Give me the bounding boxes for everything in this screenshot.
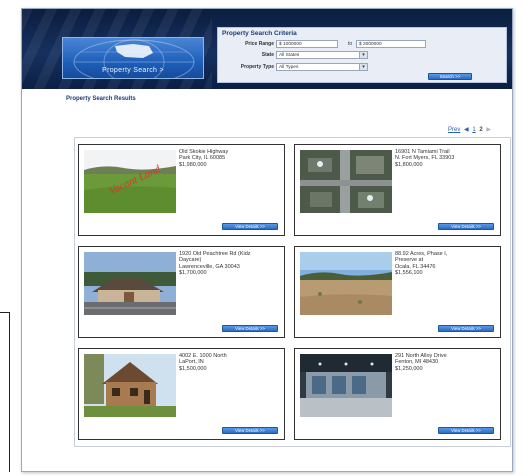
price-from-input[interactable]: $ 1000000 (276, 40, 338, 48)
view-details-button[interactable]: View Details >> (222, 223, 278, 230)
listing-info: Old Skokie Highway Park City, IL 60085 $… (179, 149, 283, 168)
property-type-select[interactable]: All Types ▾ (276, 63, 368, 71)
listing-info: 291 North Alloy Drive Fenton, MI 48430 $… (395, 353, 499, 372)
margin-line-decoration (0, 312, 10, 472)
next-arrow-icon[interactable]: ▶ (486, 127, 491, 133)
listing-card: 1920 Old Peachtree Rd (Kidz Daycare) Law… (78, 246, 285, 338)
property-search-logo[interactable]: Property Search > (62, 37, 204, 79)
view-details-button[interactable]: View Details >> (438, 325, 494, 332)
view-details-button[interactable]: View Details >> (222, 427, 278, 434)
listing-price: $1,700,000 (179, 270, 207, 277)
app-window: Property Search > Property Search Criter… (21, 8, 513, 472)
listing-price: $1,800,000 (395, 161, 423, 168)
property-type-value: All Types (279, 65, 299, 70)
prev-link[interactable]: Prev (448, 127, 460, 133)
listing-info: 1920 Old Peachtree Rd (Kidz Daycare) Law… (179, 251, 283, 277)
listing-price: $1,250,000 (395, 365, 423, 372)
listing-price: $1,556,100 (395, 270, 423, 277)
listing-photo[interactable] (84, 354, 176, 417)
page-link-2[interactable]: 2 (479, 127, 482, 133)
listing-photo[interactable] (300, 150, 392, 213)
header-banner: Property Search > Property Search Criter… (22, 9, 512, 89)
listing-card: 88.92 Acres, Phase I, Preserve at Ocala,… (294, 246, 501, 338)
listing-price: $1,980,000 (179, 161, 207, 168)
search-criteria-panel: Property Search Criteria Price Range $ 1… (217, 27, 507, 83)
results-title: Property Search Results (66, 96, 136, 102)
logo-label: Property Search > (102, 67, 164, 74)
criteria-title: Property Search Criteria (222, 30, 297, 37)
listing-info: 16901 N Tamiami Trail N. Fort Myers, FL … (395, 149, 499, 168)
listing-card: 16901 N Tamiami Trail N. Fort Myers, FL … (294, 144, 501, 236)
state-label: State (261, 52, 274, 58)
listing-photo[interactable] (84, 252, 176, 315)
view-details-button[interactable]: View Details >> (222, 325, 278, 332)
price-to-input[interactable]: $ 2000000 (356, 40, 426, 48)
page-link-1[interactable]: 1 (472, 127, 475, 133)
listing-photo[interactable] (300, 354, 392, 417)
listing-card: Vacant Land Old Skokie Highway Park City… (78, 144, 285, 236)
listing-price: $1,500,000 (179, 365, 207, 372)
listing-info: 4002 E. 1000 North LaPort, IN $1,500,000 (179, 353, 283, 372)
prev-arrow-icon[interactable]: ◀ (464, 127, 469, 133)
price-to-label: to (348, 41, 353, 47)
state-select[interactable]: All States ▾ (276, 51, 368, 59)
property-type-label: Property Type (240, 64, 274, 70)
chevron-down-icon[interactable]: ▾ (359, 51, 368, 59)
listing-photo[interactable]: Vacant Land (84, 150, 176, 213)
listing-card: 4002 E. 1000 North LaPort, IN $1,500,000… (78, 348, 285, 440)
state-value: All States (279, 53, 300, 58)
pagination: Prev ◀ 1 2 ▶ (448, 126, 493, 133)
listing-info: 88.92 Acres, Phase I, Preserve at Ocala,… (395, 251, 499, 277)
price-range-label: Price Range (245, 41, 274, 47)
results-grid: Vacant Land Old Skokie Highway Park City… (74, 137, 511, 447)
listing-photo[interactable] (300, 252, 392, 315)
listing-card: 291 North Alloy Drive Fenton, MI 48430 $… (294, 348, 501, 440)
view-details-button[interactable]: View Details >> (438, 223, 494, 230)
chevron-down-icon[interactable]: ▾ (359, 63, 368, 71)
view-details-button[interactable]: View Details >> (438, 427, 494, 434)
search-button[interactable]: Search >> (428, 73, 472, 80)
